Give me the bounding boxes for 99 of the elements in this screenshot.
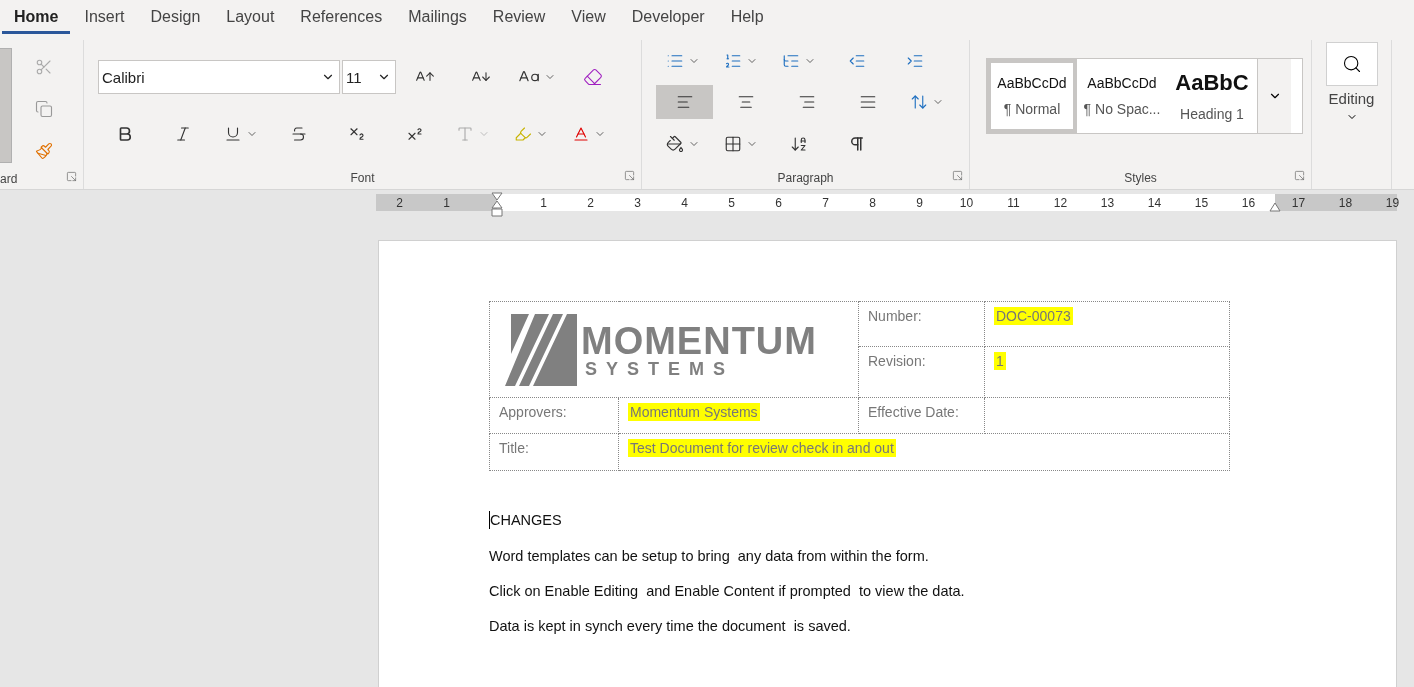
field-label: Revision: [868,353,926,369]
field-value: Test Document for review check in and out [628,439,896,457]
font-color-icon [572,125,590,143]
field-label: Approvers: [499,404,567,420]
line-spacing-icon [910,93,928,111]
more-styles-button[interactable] [1257,59,1291,133]
font-size-dropdown[interactable]: 11 [342,60,396,94]
bullet-list-icon [666,52,684,70]
ruler-number: 9 [915,195,924,210]
style-name: Heading 1 [1180,106,1244,122]
launcher-arrow-icon [66,171,77,182]
ruler-number: 13 [1099,195,1116,210]
subscript-icon [348,125,366,143]
ribbon-tab[interactable]: Developer [619,0,717,34]
ruler-number: 17 [1290,195,1307,210]
indent-marker-icon[interactable] [491,192,503,218]
ruler-number: 1 [442,195,451,210]
text-cursor [489,511,490,529]
style-preview: AaBbCcDd [1087,75,1157,91]
field-label: Effective Date: [868,404,959,420]
ruler-number: 18 [1337,195,1354,210]
numbered-list-icon [724,52,742,70]
eraser-icon [583,67,603,87]
align-center-icon [736,93,755,111]
ruler-number: 2 [395,195,404,210]
field-value: Momentum Systems [628,403,760,421]
style-preview: AaBbCcDd [997,75,1067,91]
pilcrow-icon [848,135,866,153]
copy-icon [35,100,53,118]
borders-icon [724,135,742,153]
ruler-number: 3 [633,195,642,210]
scissors-icon [35,58,53,76]
ribbon-tab[interactable]: Review [480,0,558,34]
italic-icon [174,125,192,143]
ribbon-tab[interactable]: Insert [72,0,137,34]
font-name-dropdown[interactable]: Calibri [98,60,340,94]
paintbrush-icon [35,142,53,160]
ruler-number: 15 [1193,195,1210,210]
group-label: Paragraph [777,171,834,185]
group-label: Styles [1124,171,1157,185]
field-value: DOC-00073 [994,307,1073,325]
superscript-icon [406,125,424,143]
paint-bucket-icon [666,135,684,153]
dialog-launcher-button[interactable] [952,170,963,181]
ruler-number: 11 [1006,195,1021,210]
paragraph: Data is kept in synch every time the document is saved. [489,618,851,634]
style-name: ¶ No Spac... [1083,101,1161,117]
ruler-number: 7 [821,195,830,210]
highlighter-icon [514,125,532,143]
dialog-launcher-button[interactable] [1294,170,1305,181]
ribbon-tab[interactable]: Mailings [396,0,479,34]
right-indent-marker-icon[interactable] [1269,202,1281,212]
ruler-number: 4 [680,195,689,210]
launcher-arrow-icon [624,170,635,181]
ruler-number: 5 [727,195,736,210]
dialog-launcher-button[interactable] [66,171,77,182]
sort-icon [790,135,808,153]
style-item[interactable]: AaBbCcDd ¶ Normal [987,59,1077,133]
logo-tagline: SYSTEMS [584,359,736,378]
increase-indent-icon [906,52,924,70]
logo-wordmark: MOMENTUM [581,321,817,360]
ruler-number: 14 [1146,195,1163,210]
ruler-number: 19 [1384,195,1401,210]
strikethrough-icon [290,125,308,143]
field-label: Number: [868,308,922,324]
search-icon [1341,54,1362,74]
underline-icon [224,125,242,143]
decrease-indent-icon [848,52,866,70]
align-left-icon [675,93,694,111]
paragraph: CHANGES [490,512,562,528]
paragraph: Click on Enable Editing and Enable Content if prompted to view the data. [489,583,965,599]
ribbon-tab[interactable]: Layout [214,0,287,34]
launcher-arrow-icon [1294,170,1305,181]
ruler-number: 12 [1052,195,1069,210]
paragraph: Word templates can be setup to bring any data from within the form. [489,548,929,564]
ruler-number: 1 [539,195,548,210]
logo-stripes-icon [505,313,577,386]
align-right-icon [797,93,816,111]
field-label: Title: [499,440,529,456]
group-label: Font [350,171,375,185]
ribbon-tab[interactable]: Design [138,0,213,34]
ribbon-tab[interactable]: References [288,0,395,34]
dialog-launcher-button[interactable] [624,170,635,181]
ruler-number: 6 [774,195,783,210]
field-value: 1 [994,352,1006,370]
ruler-number: 10 [958,195,975,210]
ribbon-tab[interactable]: View [559,0,618,34]
style-preview: AaBbC [1175,70,1249,96]
ribbon-tab[interactable]: Help [718,0,776,34]
group-label: ard [0,171,18,186]
alignment-button[interactable] [656,85,713,119]
style-name: ¶ Normal [1003,101,1061,117]
text-effects-icon [456,125,474,143]
multilevel-list-icon [782,52,800,70]
ruler-number: 16 [1240,195,1257,210]
ruler-number: 8 [868,195,877,210]
justify-icon [858,93,877,111]
ruler-number: 2 [586,195,595,210]
launcher-arrow-icon [952,170,963,181]
